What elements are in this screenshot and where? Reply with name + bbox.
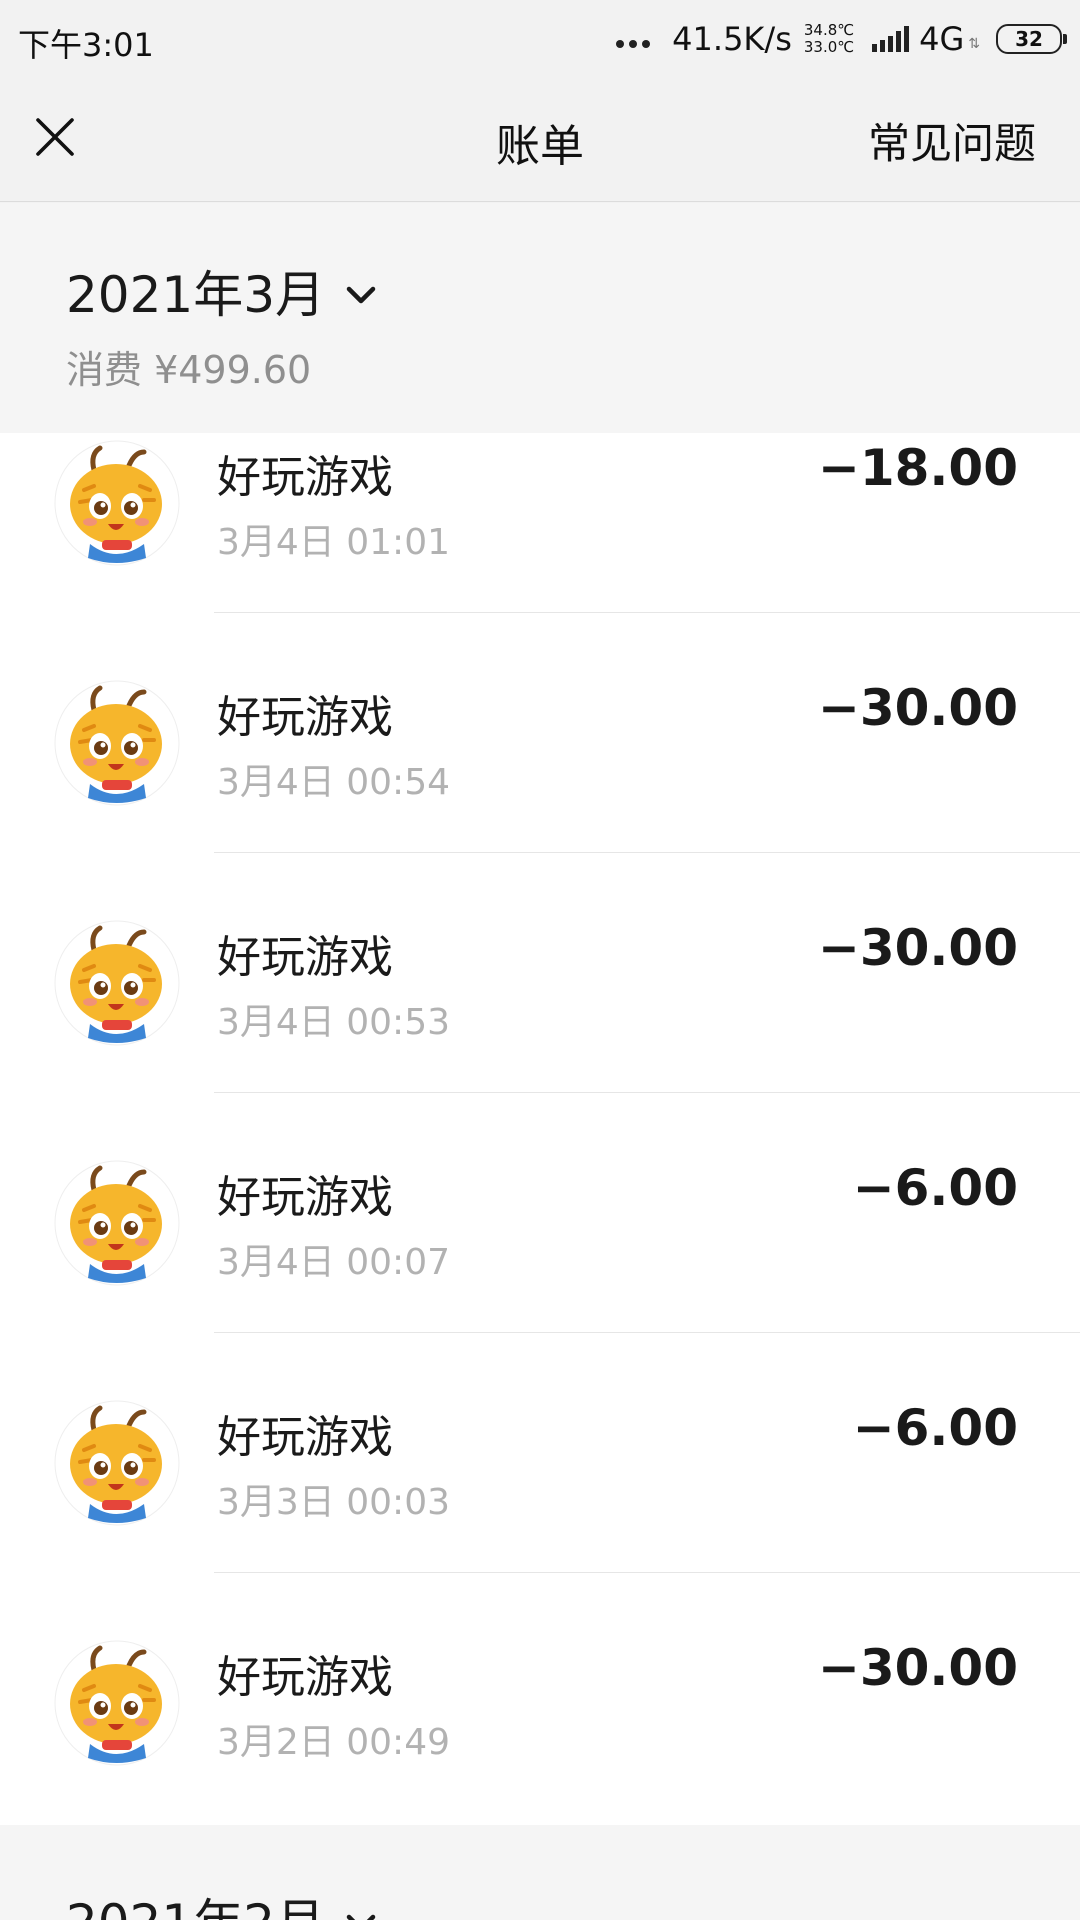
merchant-avatar-icon: [54, 680, 180, 806]
transaction-time: 3月3日 00:03: [217, 1482, 450, 1523]
transaction-list: 好玩游戏 3月4日 01:01 −18.00 好玩游戏 3月4日 00:54 −30.0…: [0, 433, 1080, 1825]
transaction-time: 3月4日 00:07: [217, 1242, 450, 1283]
temperature-high: 34.8℃: [803, 21, 855, 39]
transaction-row[interactable]: 好玩游戏 3月4日 00:54 −30.00: [0, 613, 1080, 853]
chevron-down-icon: [346, 286, 376, 304]
merchant-avatar-icon: [54, 920, 180, 1046]
transaction-merchant: 好玩游戏: [217, 1412, 393, 1463]
more-notifications-icon: [616, 30, 651, 48]
merchant-avatar-icon: [54, 1640, 180, 1766]
faq-link[interactable]: 常见问题: [868, 110, 1036, 171]
temperature-low: 33.0℃: [803, 38, 855, 56]
signal-strength-icon: [872, 26, 910, 52]
transaction-row[interactable]: 好玩游戏 3月3日 00:03 −6.00: [0, 1333, 1080, 1573]
battery-icon: 32: [996, 24, 1067, 54]
data-activity-icon: ⇅: [968, 36, 980, 52]
transaction-amount: −6.00: [852, 1399, 1018, 1457]
merchant-avatar-icon: [54, 1160, 180, 1286]
nav-bar: 账单 常见问题: [0, 76, 1080, 202]
transaction-row[interactable]: 好玩游戏 3月2日 00:49 −30.00: [0, 1573, 1080, 1813]
network-speed: 41.5K/s: [672, 20, 792, 58]
transaction-merchant: 好玩游戏: [217, 1652, 393, 1703]
next-month-label: 2021年2月: [66, 1883, 325, 1920]
chevron-down-icon: [346, 1914, 376, 1920]
merchant-avatar-icon: [54, 1400, 180, 1526]
transaction-merchant: 好玩游戏: [217, 1172, 393, 1223]
transaction-amount: −30.00: [817, 679, 1018, 737]
transaction-time: 3月4日 01:01: [217, 522, 450, 563]
transaction-amount: −6.00: [852, 1159, 1018, 1217]
status-indicators: 41.5K/s 34.8℃ 33.0℃ 4G ⇅ 32: [616, 14, 1067, 64]
next-month-header: 2021年2月: [0, 1825, 1080, 1920]
month-header: 2021年3月 消费 ¥499.60: [0, 203, 1080, 433]
status-bar: 下午3:01 41.5K/s 34.8℃ 33.0℃ 4G ⇅ 32: [0, 0, 1080, 76]
month-selector[interactable]: 2021年3月: [66, 255, 379, 327]
transaction-amount: −30.00: [817, 919, 1018, 977]
transaction-amount: −30.00: [817, 1639, 1018, 1697]
status-time: 下午3:01: [18, 26, 154, 64]
merchant-avatar-icon: [54, 440, 180, 566]
transaction-merchant: 好玩游戏: [217, 932, 393, 983]
battery-level: 32: [1015, 27, 1043, 51]
network-type: 4G: [919, 20, 965, 58]
transaction-time: 3月4日 00:53: [217, 1002, 450, 1043]
transaction-row[interactable]: 好玩游戏 3月4日 01:01 −18.00: [0, 433, 1080, 613]
temperature-readout: 34.8℃ 33.0℃: [804, 22, 854, 56]
next-month-selector[interactable]: 2021年2月: [66, 1883, 379, 1920]
transaction-time: 3月4日 00:54: [217, 762, 450, 803]
month-label: 2021年3月: [66, 266, 326, 324]
month-spending-summary: 消费 ¥499.60: [66, 348, 312, 392]
transaction-merchant: 好玩游戏: [217, 692, 393, 743]
transaction-amount: −18.00: [817, 439, 1018, 497]
transaction-time: 3月2日 00:49: [217, 1722, 450, 1763]
transaction-row[interactable]: 好玩游戏 3月4日 00:53 −30.00: [0, 853, 1080, 1093]
transaction-row[interactable]: 好玩游戏 3月4日 00:07 −6.00: [0, 1093, 1080, 1333]
transaction-merchant: 好玩游戏: [217, 452, 393, 503]
